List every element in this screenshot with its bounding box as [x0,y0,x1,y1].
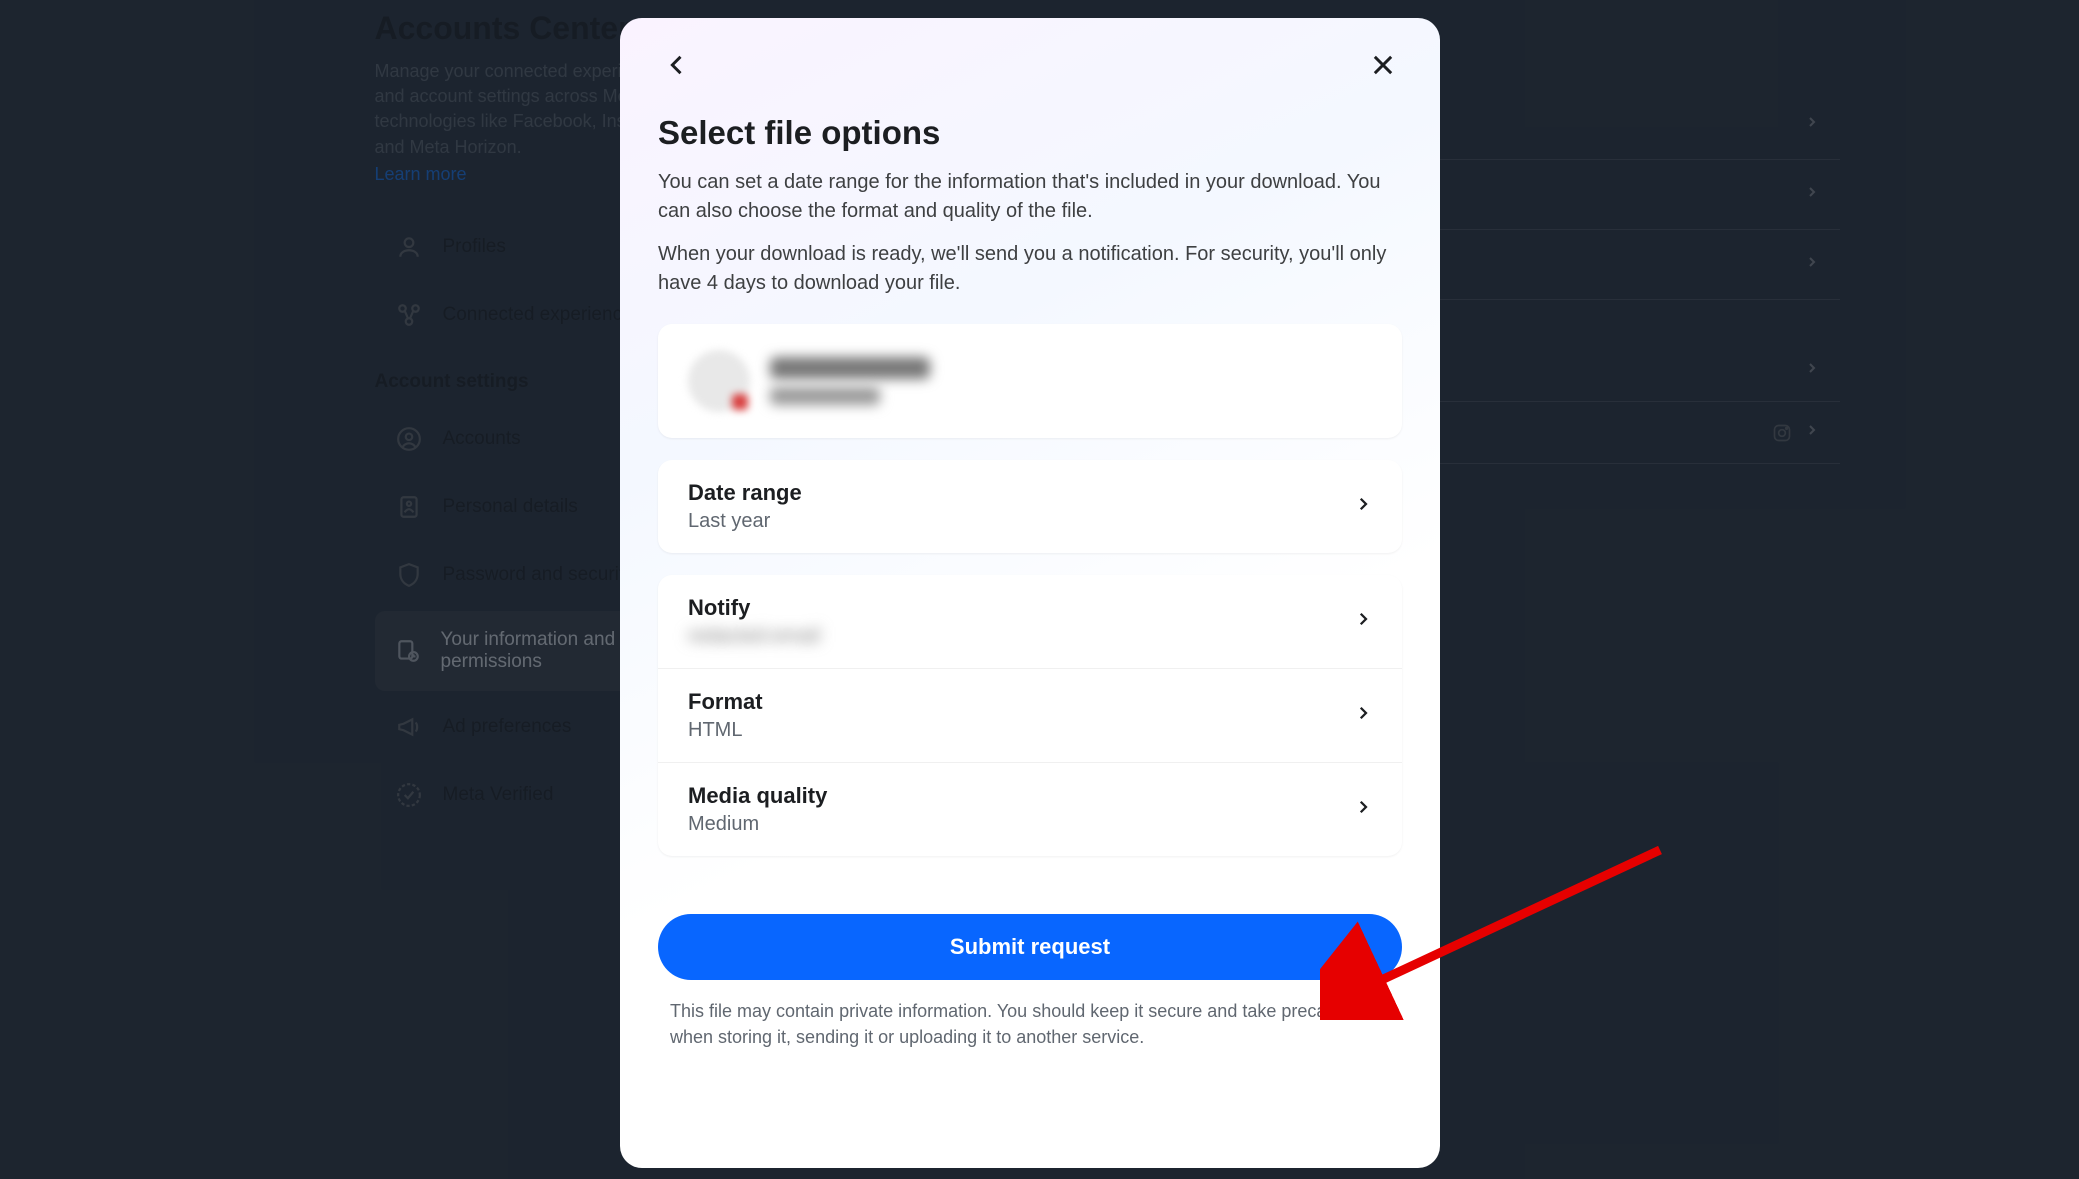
format-option[interactable]: Format HTML [658,668,1402,762]
date-range-card: Date range Last year [658,460,1402,553]
format-value: HTML [688,719,763,742]
media-quality-label: Media quality [688,783,827,809]
notify-option[interactable]: Notify redacted-email [658,575,1402,668]
chevron-right-icon [1354,610,1372,633]
notify-label: Notify [688,595,820,621]
format-label: Format [688,689,763,715]
close-button[interactable] [1364,46,1402,84]
account-name-redacted [770,357,930,379]
chevron-right-icon [1354,798,1372,821]
modal-title: Select file options [658,114,1402,152]
disclaimer-text: This file may contain private informatio… [658,998,1402,1050]
media-quality-option[interactable]: Media quality Medium [658,762,1402,856]
chevron-right-icon [1354,495,1372,518]
account-card [658,324,1402,438]
date-range-label: Date range [688,480,802,506]
date-range-option[interactable]: Date range Last year [658,460,1402,553]
date-range-value: Last year [688,510,802,533]
notify-value-redacted: redacted-email [688,625,820,648]
select-file-options-modal: Select file options You can set a date r… [620,18,1440,1168]
submit-request-button[interactable]: Submit request [658,914,1402,980]
modal-description-2: When your download is ready, we'll send … [658,240,1402,298]
media-quality-value: Medium [688,813,827,836]
avatar [688,350,750,412]
chevron-right-icon [1354,704,1372,727]
back-button[interactable] [658,46,696,84]
account-platform-redacted [770,387,880,405]
modal-description-1: You can set a date range for the informa… [658,168,1402,226]
options-card: Notify redacted-email Format HTML Media … [658,575,1402,856]
